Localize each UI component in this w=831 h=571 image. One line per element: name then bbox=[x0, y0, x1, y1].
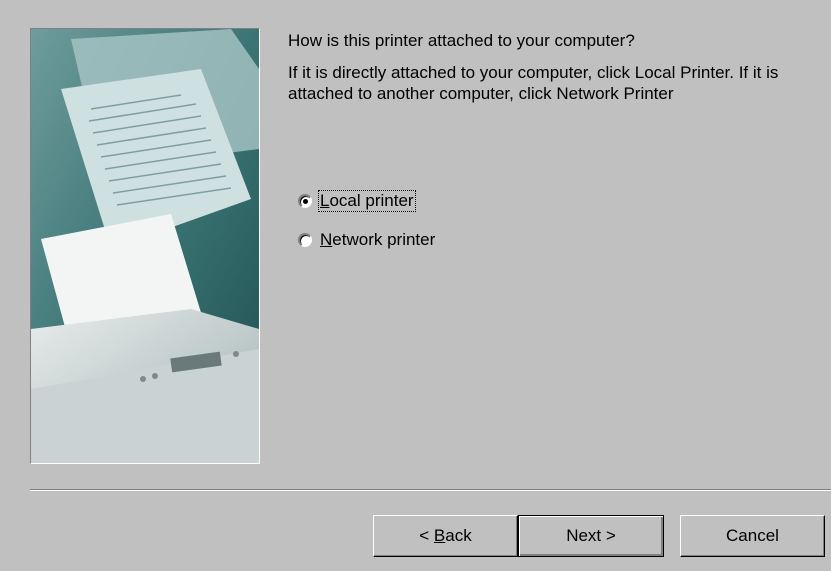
wizard-content: How is this printer attached to your com… bbox=[288, 30, 828, 104]
back-button[interactable]: < Back bbox=[373, 515, 518, 557]
local-printer-label-text: ocal printer bbox=[329, 190, 414, 210]
back-mnemonic: B bbox=[433, 526, 446, 545]
wizard-question: How is this printer attached to your com… bbox=[288, 31, 635, 50]
printer-connection-options: Local printer Network printer bbox=[298, 189, 436, 268]
printer-illustration-icon bbox=[31, 29, 259, 463]
network-printer-radio[interactable] bbox=[298, 232, 312, 247]
network-printer-mnemonic: N bbox=[320, 229, 333, 249]
add-printer-wizard-dialog: How is this printer attached to your com… bbox=[0, 0, 831, 571]
local-printer-label[interactable]: Local printer bbox=[318, 189, 416, 212]
button-separator bbox=[30, 489, 831, 491]
local-printer-option[interactable]: Local printer bbox=[298, 189, 436, 212]
wizard-instruction: If it is directly attached to your compu… bbox=[288, 63, 779, 103]
cancel-button[interactable]: Cancel bbox=[680, 515, 825, 557]
network-printer-label-text: etwork printer bbox=[332, 229, 436, 249]
network-printer-option[interactable]: Network printer bbox=[298, 229, 436, 250]
radio-selected-dot-icon bbox=[303, 198, 308, 204]
back-prefix: < bbox=[419, 526, 434, 545]
printer-illustration-image bbox=[30, 28, 260, 464]
local-printer-radio[interactable] bbox=[298, 193, 312, 208]
back-label-text: ack bbox=[445, 526, 472, 545]
network-printer-label[interactable]: Network printer bbox=[319, 230, 436, 250]
next-button[interactable]: Next > bbox=[518, 515, 664, 557]
